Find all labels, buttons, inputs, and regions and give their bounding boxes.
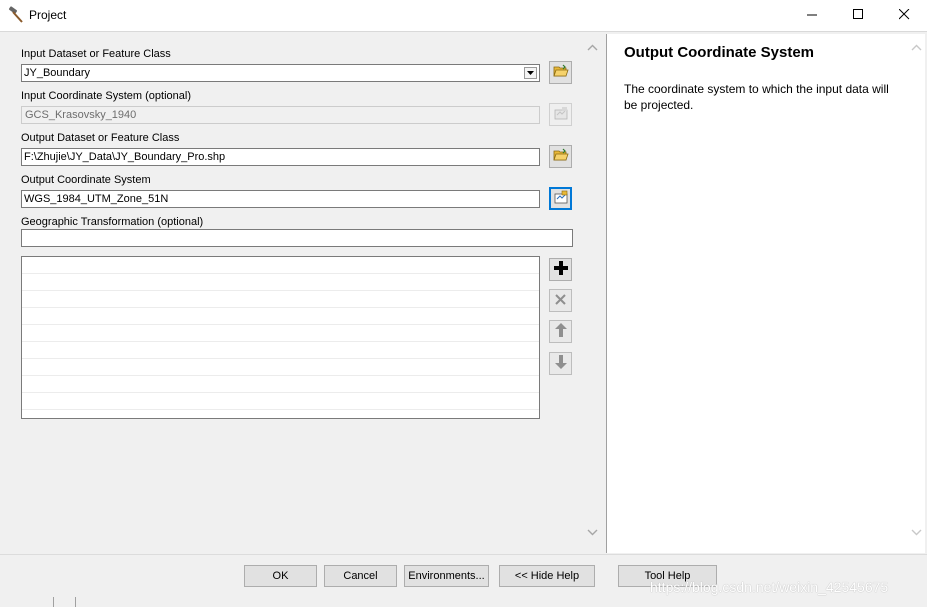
hide-help-button[interactable]: << Hide Help — [499, 565, 595, 587]
chevron-down-icon[interactable] — [908, 529, 925, 543]
folder-open-icon — [552, 64, 569, 81]
output-cs-field[interactable]: WGS_1984_UTM_Zone_51N — [21, 190, 540, 208]
hammer-icon — [7, 6, 25, 24]
output-cs-properties-button[interactable] — [549, 187, 572, 210]
folder-open-icon — [552, 148, 569, 165]
move-down-button — [549, 352, 572, 375]
close-icon — [555, 293, 566, 308]
output-dataset-label: Output Dataset or Feature Class — [21, 132, 180, 144]
arrow-up-icon — [554, 323, 567, 340]
list-item[interactable] — [22, 257, 539, 274]
output-cs-label: Output Coordinate System — [21, 174, 151, 186]
chevron-up-icon[interactable] — [584, 44, 601, 58]
geo-transform-combobox[interactable] — [21, 229, 573, 247]
close-icon — [898, 8, 910, 23]
list-item[interactable] — [22, 376, 539, 393]
close-button[interactable] — [881, 0, 927, 31]
help-scrollbar[interactable] — [908, 34, 925, 553]
output-dataset-field[interactable]: F:\Zhujie\JY_Data\JY_Boundary_Pro.shp — [21, 148, 540, 166]
plus-icon — [553, 261, 568, 278]
list-item[interactable] — [22, 308, 539, 325]
help-title: Output Coordinate System — [624, 44, 815, 61]
input-dataset-value: JY_Boundary — [24, 67, 91, 79]
cancel-button[interactable]: Cancel — [324, 565, 397, 587]
minimize-button[interactable] — [789, 0, 835, 31]
chevron-down-icon[interactable] — [584, 529, 601, 543]
list-item[interactable] — [22, 291, 539, 308]
remove-transformation-button — [549, 289, 572, 312]
spatial-reference-icon — [553, 106, 569, 123]
input-dataset-label: Input Dataset or Feature Class — [21, 48, 171, 60]
input-cs-field: GCS_Krasovsky_1940 — [21, 106, 540, 124]
list-item[interactable] — [22, 274, 539, 291]
environments-button[interactable]: Environments... — [404, 565, 489, 587]
minimize-icon — [806, 9, 818, 23]
list-item[interactable] — [22, 359, 539, 376]
list-item[interactable] — [22, 342, 539, 359]
chevron-down-icon[interactable] — [524, 67, 537, 79]
browse-output-dataset-button[interactable] — [549, 145, 572, 168]
browse-input-dataset-button[interactable] — [549, 61, 572, 84]
title-bar: Project — [0, 0, 927, 31]
maximize-icon — [852, 8, 864, 23]
list-item[interactable] — [22, 393, 539, 410]
input-dataset-combobox[interactable]: JY_Boundary — [21, 64, 540, 82]
maximize-button[interactable] — [835, 0, 881, 31]
move-up-button — [549, 320, 572, 343]
help-body: The coordinate system to which the input… — [624, 82, 889, 112]
input-cs-label: Input Coordinate System (optional) — [21, 90, 191, 102]
list-item[interactable] — [22, 325, 539, 342]
chevron-up-icon[interactable] — [908, 44, 925, 58]
transformation-list[interactable] — [21, 256, 540, 419]
help-panel: Output Coordinate System The coordinate … — [606, 34, 908, 553]
parameters-scrollbar[interactable] — [584, 34, 601, 553]
ok-button[interactable]: OK — [244, 565, 317, 587]
arrow-down-icon — [554, 355, 567, 372]
dialog-body: Input Dataset or Feature Class JY_Bounda… — [0, 31, 927, 555]
spatial-reference-icon — [553, 190, 569, 207]
parameters-panel: Input Dataset or Feature Class JY_Bounda… — [0, 32, 602, 555]
input-cs-properties-button — [549, 103, 572, 126]
window-title: Project — [29, 8, 67, 22]
add-transformation-button[interactable] — [549, 258, 572, 281]
watermark: https://blog.csdn.net/weixin_42545675 — [650, 579, 889, 595]
geo-transform-label: Geographic Transformation (optional) — [21, 216, 204, 228]
button-bar: OK Cancel Environments... << Hide Help T… — [0, 554, 927, 607]
